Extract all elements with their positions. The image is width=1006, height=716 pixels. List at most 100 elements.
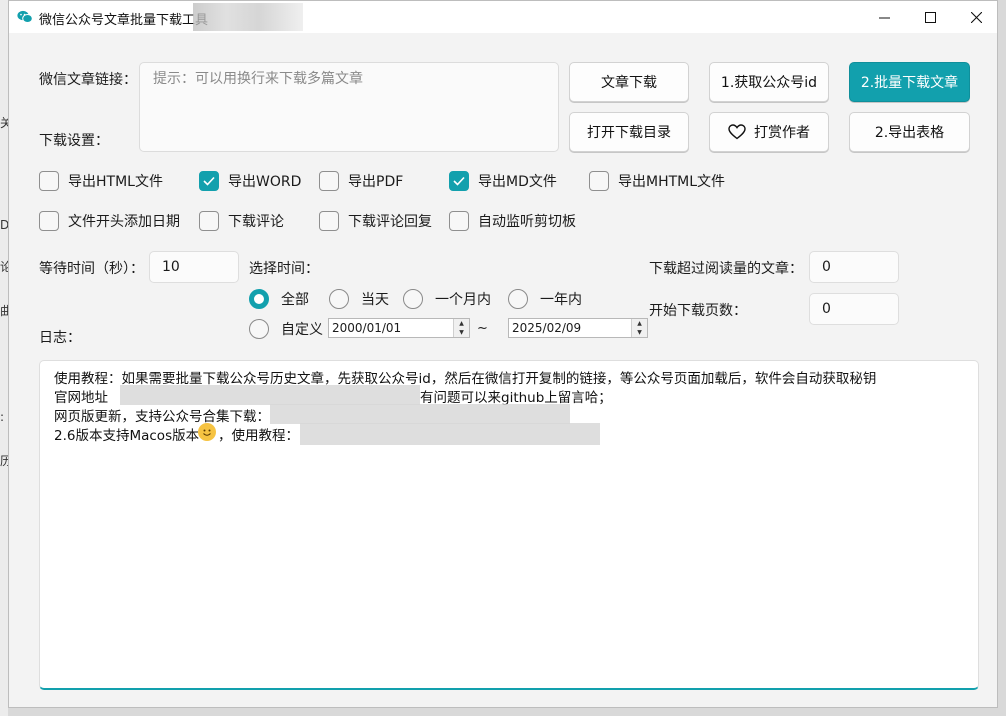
- date-spinner[interactable]: ▲ ▼: [631, 319, 647, 337]
- start-page-value: 0: [822, 301, 831, 317]
- date-separator: ~: [477, 321, 488, 336]
- date-spinner[interactable]: ▲ ▼: [453, 319, 469, 337]
- checkmark-icon: [453, 176, 465, 186]
- spin-up-icon[interactable]: ▲: [632, 319, 647, 328]
- batch-download-button[interactable]: 2.批量下载文章: [849, 62, 970, 102]
- close-icon: [970, 11, 982, 23]
- checkbox-watch-clipboard[interactable]: 自动监听剪切板: [449, 211, 576, 231]
- checkbox-box[interactable]: [319, 171, 339, 191]
- spin-up-icon[interactable]: ▲: [454, 319, 469, 328]
- checkbox-download-replies[interactable]: 下载评论回复: [319, 211, 432, 231]
- download-article-label: 文章下载: [601, 75, 657, 91]
- background-glyph: 曲: [0, 304, 8, 318]
- radio-label: 一个月内: [435, 292, 491, 308]
- checkbox-label: 导出PDF: [348, 174, 404, 190]
- redacted-region: [270, 404, 570, 424]
- radio-all[interactable]: 全部: [249, 289, 309, 309]
- checkbox-box[interactable]: [449, 171, 469, 191]
- checkbox-export-word[interactable]: 导出WORD: [199, 171, 301, 191]
- radio-label: 自定义: [281, 322, 323, 338]
- url-textarea[interactable]: 提示：可以用换行来下载多篇文章: [139, 62, 559, 152]
- background-glyph: 历: [0, 454, 8, 468]
- redacted-region: [120, 385, 420, 405]
- radio-year[interactable]: 一年内: [508, 289, 582, 309]
- log-line: 2.6版本支持Macos版本: [54, 428, 200, 444]
- radio-today[interactable]: 当天: [329, 289, 389, 309]
- url-placeholder: 提示：可以用换行来下载多篇文章: [153, 71, 363, 87]
- donate-button[interactable]: 打赏作者: [709, 112, 829, 152]
- read-threshold-value: 0: [822, 259, 831, 275]
- checkbox-box[interactable]: [199, 211, 219, 231]
- start-page-label: 开始下载页数：: [649, 303, 747, 319]
- heart-icon: [728, 124, 746, 140]
- radio-custom[interactable]: 自定义: [249, 319, 323, 339]
- radio-button[interactable]: [249, 289, 269, 309]
- background-glyph: 论: [0, 260, 8, 274]
- checkbox-label: 文件开头添加日期: [68, 214, 180, 230]
- batch-download-label: 2.批量下载文章: [860, 75, 959, 91]
- spin-down-icon[interactable]: ▼: [632, 328, 647, 337]
- checkbox-label: 导出WORD: [228, 174, 302, 190]
- background-glyph: D: [0, 218, 8, 232]
- checkbox-box[interactable]: [39, 171, 59, 191]
- radio-button[interactable]: [508, 289, 528, 309]
- donate-label: 打赏作者: [754, 125, 810, 141]
- checkbox-box[interactable]: [449, 211, 469, 231]
- wait-time-input[interactable]: 10: [149, 251, 239, 283]
- radio-label: 一年内: [540, 292, 582, 308]
- checkbox-label: 导出MD文件: [478, 174, 557, 190]
- log-output[interactable]: 使用教程：如果需要批量下载公众号历史文章，先获取公众号id，然后在微信打开复制的…: [39, 360, 979, 690]
- minimize-button[interactable]: [861, 1, 907, 33]
- radio-button[interactable]: [329, 289, 349, 309]
- checkbox-export-html[interactable]: 导出HTML文件: [39, 171, 163, 191]
- select-time-label: 选择时间：: [249, 261, 319, 277]
- log-line: 有问题可以来github上留言哈；: [420, 390, 612, 406]
- checkbox-box[interactable]: [199, 171, 219, 191]
- read-threshold-input[interactable]: 0: [809, 251, 899, 283]
- checkbox-label: 导出HTML文件: [68, 174, 163, 190]
- export-table-label: 2.导出表格: [874, 125, 945, 141]
- checkbox-box[interactable]: [39, 211, 59, 231]
- spin-down-icon[interactable]: ▼: [454, 328, 469, 337]
- close-button[interactable]: [953, 1, 999, 33]
- background-glyph: 关: [0, 116, 8, 130]
- radio-button[interactable]: [249, 319, 269, 339]
- checkbox-label: 下载评论回复: [348, 214, 432, 230]
- checkbox-export-md[interactable]: 导出MD文件: [449, 171, 557, 191]
- wechat-icon: [17, 10, 33, 23]
- export-table-button[interactable]: 2.导出表格: [849, 112, 970, 152]
- checkmark-icon: [203, 176, 215, 186]
- end-date-value: 2025/02/09: [512, 321, 582, 335]
- start-date-input[interactable]: 2000/01/01 ▲ ▼: [328, 318, 470, 338]
- wait-time-value: 10: [162, 259, 180, 275]
- read-threshold-label: 下载超过阅读量的文章：: [649, 261, 803, 277]
- maximize-button[interactable]: [907, 1, 953, 33]
- log-label: 日志：: [39, 330, 81, 346]
- url-label: 微信文章链接：: [39, 72, 137, 88]
- start-date-value: 2000/01/01: [332, 321, 402, 335]
- open-download-dir-button[interactable]: 打开下载目录: [569, 112, 689, 152]
- radio-button[interactable]: [403, 289, 423, 309]
- radio-month[interactable]: 一个月内: [403, 289, 491, 309]
- checkbox-label: 下载评论: [228, 214, 284, 230]
- redacted-region: [300, 423, 600, 445]
- log-line: 网页版更新，支持公众号合集下载：: [54, 409, 270, 425]
- get-account-id-label: 1.获取公众号id: [720, 75, 818, 91]
- log-line: 官网地址: [54, 390, 108, 406]
- main-window: 微信公众号文章批量下载工具 微信文章链接： 提示：可以用换行来下载多篇文章 下载…: [8, 0, 998, 708]
- checkbox-export-pdf[interactable]: 导出PDF: [319, 171, 403, 191]
- checkbox-box[interactable]: [319, 211, 339, 231]
- background-glyph: :: [0, 410, 5, 424]
- checkbox-add-date[interactable]: 文件开头添加日期: [39, 211, 180, 231]
- checkbox-box[interactable]: [589, 171, 609, 191]
- checkbox-export-mhtml[interactable]: 导出MHTML文件: [589, 171, 725, 191]
- start-page-input[interactable]: 0: [809, 293, 899, 325]
- checkbox-download-comments[interactable]: 下载评论: [199, 211, 284, 231]
- background-window: 关 D 论 曲 : 历: [0, 0, 8, 716]
- download-article-button[interactable]: 文章下载: [569, 62, 689, 102]
- emoji-icon: [198, 423, 216, 441]
- end-date-input[interactable]: 2025/02/09 ▲ ▼: [508, 318, 648, 338]
- maximize-icon: [924, 11, 936, 23]
- get-account-id-button[interactable]: 1.获取公众号id: [709, 62, 829, 102]
- redacted-region: [193, 3, 303, 31]
